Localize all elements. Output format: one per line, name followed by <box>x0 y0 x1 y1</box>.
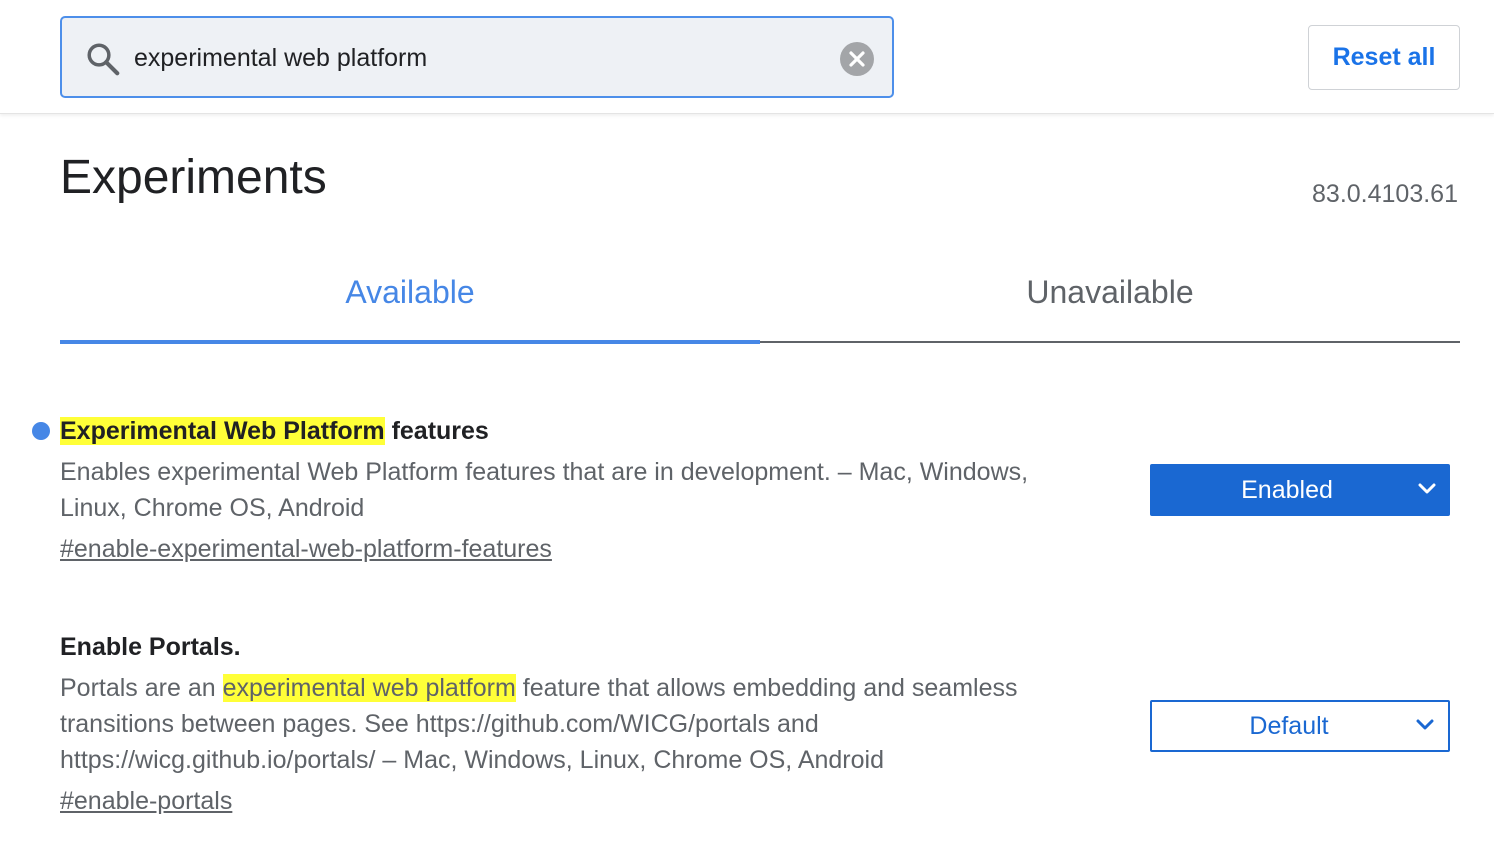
tab-unavailable[interactable]: Unavailable <box>760 250 1460 343</box>
experiment-description: Portals are an experimental web platform… <box>60 670 1070 778</box>
experiment-title-rest: features <box>384 417 489 445</box>
page-title: Experiments <box>60 151 327 204</box>
search-input[interactable] <box>134 38 824 78</box>
experiment-permalink[interactable]: #enable-experimental-web-platform-featur… <box>60 532 552 566</box>
select-value: Default <box>1249 712 1329 740</box>
search-highlight: Experimental Web Platform <box>60 417 385 445</box>
experiment-description: Enables experimental Web Platform featur… <box>60 458 1029 522</box>
description-text: Portals are an <box>60 674 223 702</box>
experiment-title: Experimental Web Platform features <box>60 412 1460 450</box>
experiment-permalink[interactable]: #enable-portals <box>60 784 232 818</box>
chevron-down-icon <box>1416 719 1434 730</box>
tab-bar: Available Unavailable <box>60 250 1460 344</box>
experiment-state-select[interactable]: Enabled <box>1150 464 1450 516</box>
experiment-state-select[interactable]: Default <box>1150 700 1450 752</box>
search-highlight: experimental web platform <box>222 674 516 702</box>
experiment-title: Enable Portals. <box>60 633 241 661</box>
chevron-down-icon <box>1418 483 1436 494</box>
tab-available[interactable]: Available <box>60 250 760 344</box>
search-header: Reset all <box>0 0 1494 114</box>
reset-all-button[interactable]: Reset all <box>1308 25 1460 90</box>
select-value: Enabled <box>1241 476 1333 504</box>
close-icon[interactable] <box>840 42 874 76</box>
modified-indicator-dot <box>32 422 50 440</box>
search-icon <box>87 43 120 76</box>
search-box[interactable] <box>60 16 894 98</box>
version-label: 83.0.4103.61 <box>1312 180 1458 208</box>
